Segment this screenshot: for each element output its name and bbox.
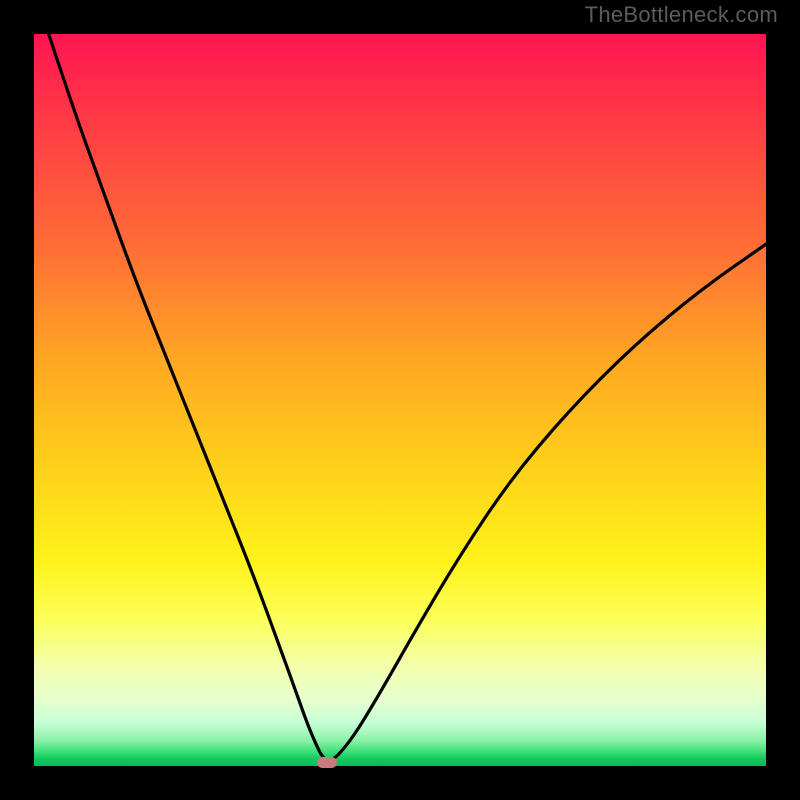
curve-layer xyxy=(0,0,800,800)
min-notch-marker xyxy=(317,757,337,768)
bottleneck-curve xyxy=(49,34,766,760)
chart-frame: TheBottleneck.com xyxy=(0,0,800,800)
watermark-text: TheBottleneck.com xyxy=(585,2,778,28)
